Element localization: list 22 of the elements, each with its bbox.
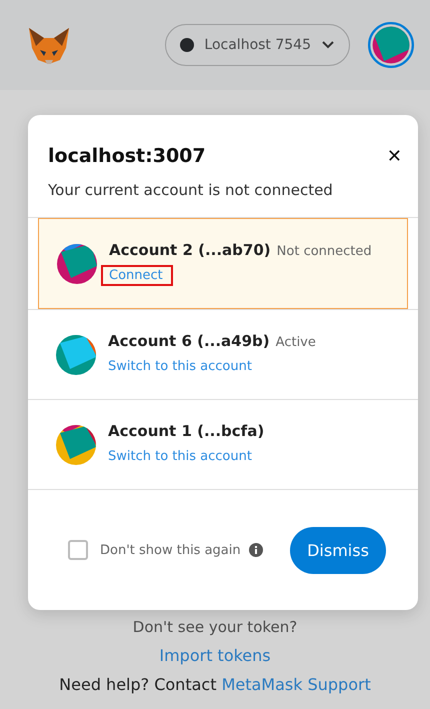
account-action-link[interactable]: Switch to this account [100, 446, 262, 467]
account-status: Active [276, 335, 316, 350]
account-status: Not connected [276, 244, 372, 259]
checkbox-label: Don't show this again [100, 542, 241, 558]
close-button[interactable]: ✕ [386, 146, 402, 166]
account-action-link[interactable]: Switch to this account [100, 356, 262, 377]
support-link[interactable]: MetaMask Support [222, 675, 371, 694]
checkbox[interactable] [68, 540, 88, 560]
chevron-down-icon [321, 40, 335, 50]
account-name: Account 2 (...ab70) [109, 241, 271, 259]
network-selector[interactable]: Localhost 7545 [165, 24, 350, 66]
dialog-subtitle: Your current account is not connected [47, 180, 334, 201]
import-tokens-link[interactable]: Import tokens [159, 646, 271, 665]
account-name: Account 1 (...bcfa) [108, 422, 264, 440]
info-icon [248, 543, 263, 557]
help-text: Need help? Contact MetaMask Support [59, 675, 371, 694]
account-name: Account 6 (...a49b) [108, 332, 270, 350]
avatar-icon [368, 22, 414, 68]
dialog-title: localhost:3007 [48, 145, 206, 167]
account-action-link[interactable]: Connect [101, 265, 173, 286]
token-prompt: Don't see your token? [132, 618, 298, 636]
dismiss-button[interactable]: Dismiss [290, 526, 386, 574]
